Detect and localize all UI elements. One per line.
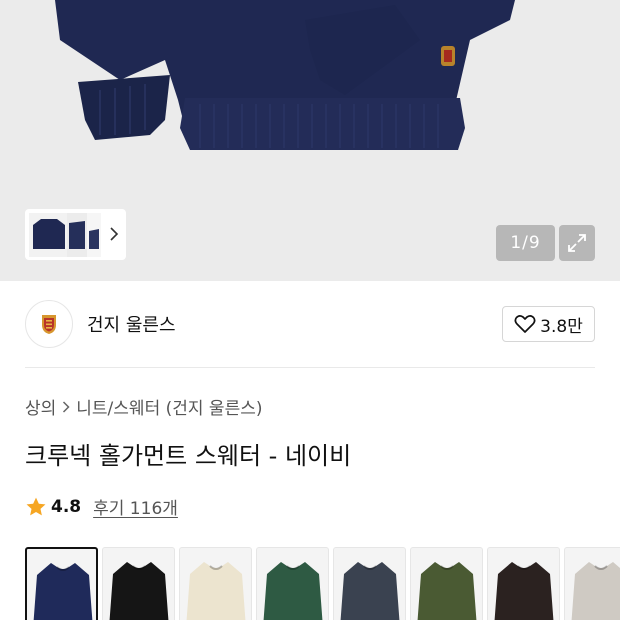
color-swatch[interactable] (410, 547, 483, 620)
color-swatch[interactable] (102, 547, 175, 620)
swatch-sweater-image (340, 562, 400, 620)
expand-arrows-icon (568, 234, 586, 252)
swatch-sweater-image (186, 562, 246, 620)
product-image-gallery[interactable]: 1/9 (0, 0, 620, 281)
divider (25, 367, 595, 368)
star-icon (26, 497, 46, 515)
expand-button[interactable] (559, 225, 595, 261)
thumbnail-strip[interactable] (25, 209, 126, 260)
swatch-sweater-image (494, 562, 554, 620)
color-swatch[interactable] (487, 547, 560, 620)
like-button[interactable]: 3.8만 (502, 306, 595, 342)
swatch-sweater-image (417, 562, 477, 620)
swatch-sweater-image (263, 562, 323, 620)
chevron-right-icon (63, 400, 70, 413)
color-swatch[interactable] (179, 547, 252, 620)
color-swatch[interactable] (564, 547, 620, 620)
heart-outline-icon (514, 315, 536, 333)
reviews-link[interactable]: 후기 116개 (93, 494, 178, 519)
rating-score: 4.8 (51, 496, 82, 517)
chevron-right-icon[interactable] (108, 223, 120, 245)
color-swatch[interactable] (256, 547, 329, 620)
image-counter: 1/9 (496, 225, 555, 261)
swatch-sweater-image (571, 562, 620, 620)
breadcrumb-subcategory[interactable]: 니트/스웨터 (건지 울른스) (76, 394, 262, 419)
color-swatch[interactable] (333, 547, 406, 620)
brand-logo[interactable] (25, 300, 73, 348)
swatch-sweater-image (109, 562, 169, 620)
breadcrumb-category[interactable]: 상의 (25, 394, 56, 419)
color-swatch[interactable] (25, 547, 98, 620)
like-count: 3.8만 (540, 316, 583, 337)
guernsey-crest-icon (42, 315, 56, 334)
brand-name[interactable]: 건지 울른스 (87, 311, 176, 337)
product-title: 크루넥 홀가먼트 스웨터 - 네이비 (25, 442, 352, 470)
rating-summary: 4.8 후기 116개 (25, 494, 178, 519)
color-options (25, 547, 620, 620)
thumbnail-image[interactable] (29, 212, 101, 257)
breadcrumb: 상의 니트/스웨터 (건지 울른스) (25, 394, 262, 419)
swatch-sweater-image (33, 563, 93, 620)
brand-row[interactable]: 건지 울른스 3.8만 (25, 299, 595, 349)
